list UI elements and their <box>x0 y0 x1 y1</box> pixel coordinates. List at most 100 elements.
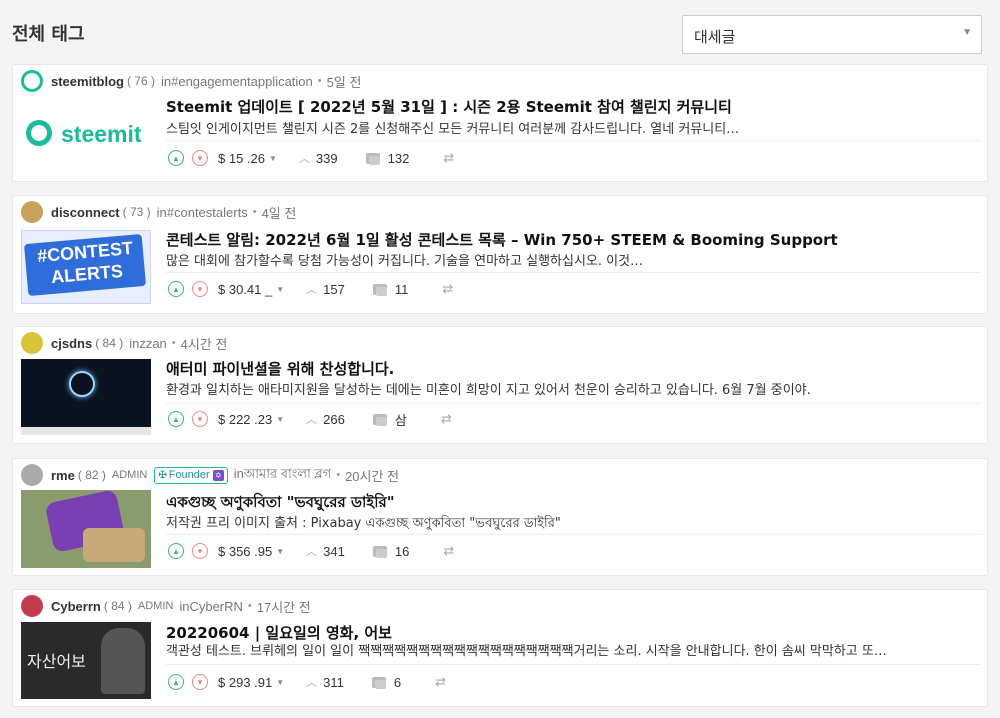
post-summary[interactable]: 많은 대회에 참가할수록 당첨 가능성이 커집니다. 기술을 연마하고 실행하십… <box>166 250 643 269</box>
author-name[interactable]: Cyberrn <box>51 599 101 614</box>
downvote-icon[interactable]: ▼ <box>192 543 208 559</box>
founder-cross-icon: ✠ <box>158 469 167 481</box>
separator-dot: • <box>171 337 176 349</box>
founder-badge: ✠ Founder ✡ <box>154 466 228 484</box>
reblog-icon[interactable]: ⇄ <box>443 150 454 166</box>
divider <box>166 403 981 404</box>
category-link[interactable]: in#contestalerts <box>157 205 248 220</box>
author-name[interactable]: cjsdns <box>51 336 92 351</box>
page-title: 전체 태그 <box>12 24 85 45</box>
reblog-icon[interactable]: ⇄ <box>435 674 446 690</box>
post-time[interactable]: 20시간 전 <box>345 466 399 485</box>
caret-down-icon[interactable]: ▼ <box>269 154 277 163</box>
separator-dot: • <box>252 206 257 218</box>
reblog-icon[interactable]: ⇄ <box>441 411 452 427</box>
upvote-icon[interactable]: ▲ <box>168 411 184 427</box>
sign-shape <box>83 528 145 562</box>
category-link[interactable]: inআমার বাংলা ব্লগ <box>234 465 332 486</box>
avatar[interactable] <box>21 201 43 223</box>
post-header: steemitblog ( 76 ) in#engagementapplicat… <box>21 70 362 92</box>
post-thumbnail[interactable]: #CONTEST ALERTS <box>21 230 151 304</box>
votes-chevron-icon: ︿ <box>306 546 318 558</box>
post-thumbnail[interactable] <box>21 359 151 435</box>
post-summary[interactable]: 환경과 일치하는 애타미지원을 달성하는 데에는 미혼이 희망이 지고 있어서 … <box>166 379 811 398</box>
post-header: Cyberrn ( 84 ) ADMIN inCyberRN • 17시간 전 <box>21 595 311 617</box>
post-summary[interactable]: 스팀잇 인게이지먼트 챌린지 시즌 2를 신청해주신 모든 커뮤니티 여러분께 … <box>166 118 739 137</box>
avatar[interactable] <box>21 464 43 486</box>
reblog-icon[interactable]: ⇄ <box>443 543 454 559</box>
payout-value[interactable]: $ 15 .26 <box>218 151 265 166</box>
upvote-icon[interactable]: ▲ <box>168 281 184 297</box>
thumbnail-caption-strip <box>21 427 151 435</box>
post-time[interactable]: 4일 전 <box>262 203 297 222</box>
post-summary[interactable]: 객관성 테스트. 브뤼헤의 일이 일이 짹짹짹짹짹짹짹짹짹짹짹짹짹짹짹짹짹짹거리… <box>166 640 887 659</box>
upvote-icon[interactable]: ▲ <box>168 150 184 166</box>
upvote-icon[interactable]: ▲ <box>168 674 184 690</box>
reputation: ( 84 ) <box>103 599 132 613</box>
post-card: rme ( 82 ) ADMIN ✠ Founder ✡ inআমার বাংল… <box>12 458 988 576</box>
post-time[interactable]: 5일 전 <box>327 72 362 91</box>
author-name[interactable]: disconnect <box>51 205 120 220</box>
post-thumbnail[interactable] <box>21 490 151 568</box>
category-link[interactable]: inzzan <box>129 336 167 351</box>
category-link[interactable]: in#engagementapplication <box>161 74 313 89</box>
post-time[interactable]: 4시간 전 <box>181 334 228 353</box>
post-thumbnail[interactable]: steemit <box>21 99 151 171</box>
author-name[interactable]: rme <box>51 468 75 483</box>
caret-down-icon[interactable]: ▼ <box>276 547 284 556</box>
avatar[interactable] <box>21 70 43 92</box>
post-time[interactable]: 17시간 전 <box>257 597 311 616</box>
vote-count[interactable]: 157 <box>323 282 345 297</box>
downvote-icon[interactable]: ▼ <box>192 411 208 427</box>
post-card: disconnect ( 73 ) in#contestalerts • 4일 … <box>12 195 988 314</box>
post-title[interactable]: 애터미 파이낸셜을 위해 찬성합니다. <box>166 358 394 379</box>
payout-value[interactable]: $ 356 .95 <box>218 544 272 559</box>
eclipse-ring <box>69 371 95 397</box>
chevron-down-icon: ▼ <box>962 27 972 38</box>
comment-count[interactable]: 삼 <box>395 410 407 429</box>
downvote-icon[interactable]: ▼ <box>192 674 208 690</box>
author-name[interactable]: steemitblog <box>51 74 124 89</box>
caret-down-icon[interactable]: ▼ <box>276 415 284 424</box>
post-title[interactable]: Steemit 업데이트 [ 2022년 5월 31일 ] : 시즌 2용 St… <box>166 96 732 117</box>
sort-select[interactable]: 대세글 ▼ <box>682 15 982 54</box>
reputation: ( 76 ) <box>126 74 155 88</box>
post-thumbnail[interactable]: 자산어보 <box>21 622 151 699</box>
caret-down-icon[interactable]: ▼ <box>276 285 284 294</box>
post-title[interactable]: 콘테스트 알림: 2022년 6월 1일 활성 콘테스트 목록 – Win 75… <box>166 229 838 250</box>
payout-value[interactable]: $ 30.41 _ <box>218 282 272 297</box>
downvote-icon[interactable]: ▼ <box>192 281 208 297</box>
post-header: cjsdns ( 84 ) inzzan • 4시간 전 <box>21 332 228 354</box>
post-actions: ▲ ▼ $ 356 .95 ▼ ︿ 341 16 ⇄ <box>168 541 454 561</box>
caret-down-icon[interactable]: ▼ <box>276 678 284 687</box>
post-actions: ▲ ▼ $ 15 .26 ▼ ︿ 339 132 ⇄ <box>168 148 454 168</box>
post-card: steemitblog ( 76 ) in#engagementapplicat… <box>12 64 988 182</box>
votes-chevron-icon: ︿ <box>306 677 318 689</box>
avatar[interactable] <box>21 332 43 354</box>
comment-count[interactable]: 6 <box>394 675 401 690</box>
reblog-icon[interactable]: ⇄ <box>442 281 453 297</box>
vote-count[interactable]: 339 <box>316 151 338 166</box>
downvote-icon[interactable]: ▼ <box>192 150 208 166</box>
comment-count[interactable]: 16 <box>395 544 409 559</box>
divider <box>166 272 981 273</box>
payout-value[interactable]: $ 293 .91 <box>218 675 272 690</box>
separator-dot: • <box>247 600 252 612</box>
post-card: cjsdns ( 84 ) inzzan • 4시간 전 애터미 파이낸셜을 위… <box>12 326 988 444</box>
vote-count[interactable]: 266 <box>323 412 345 427</box>
comment-count[interactable]: 132 <box>388 151 410 166</box>
thumbnail-logo-text: steemit <box>61 121 142 147</box>
comments-icon <box>372 283 387 296</box>
avatar[interactable] <box>21 595 43 617</box>
steemit-logo-icon <box>26 120 52 146</box>
payout-value[interactable]: $ 222 .23 <box>218 412 272 427</box>
comment-count[interactable]: 11 <box>395 282 409 297</box>
vote-count[interactable]: 311 <box>323 675 344 690</box>
upvote-icon[interactable]: ▲ <box>168 543 184 559</box>
thumbnail-film-title: 자산어보 <box>27 652 86 671</box>
category-link[interactable]: inCyberRN <box>179 599 243 614</box>
vote-count[interactable]: 341 <box>323 544 345 559</box>
post-actions: ▲ ▼ $ 293 .91 ▼ ︿ 311 6 ⇄ <box>168 672 446 692</box>
post-summary[interactable]: 저작권 프리 이미지 출처 : Pixabay একগুচ্ছ অণুকবিতা… <box>166 512 561 535</box>
post-card: Cyberrn ( 84 ) ADMIN inCyberRN • 17시간 전 … <box>12 589 988 707</box>
